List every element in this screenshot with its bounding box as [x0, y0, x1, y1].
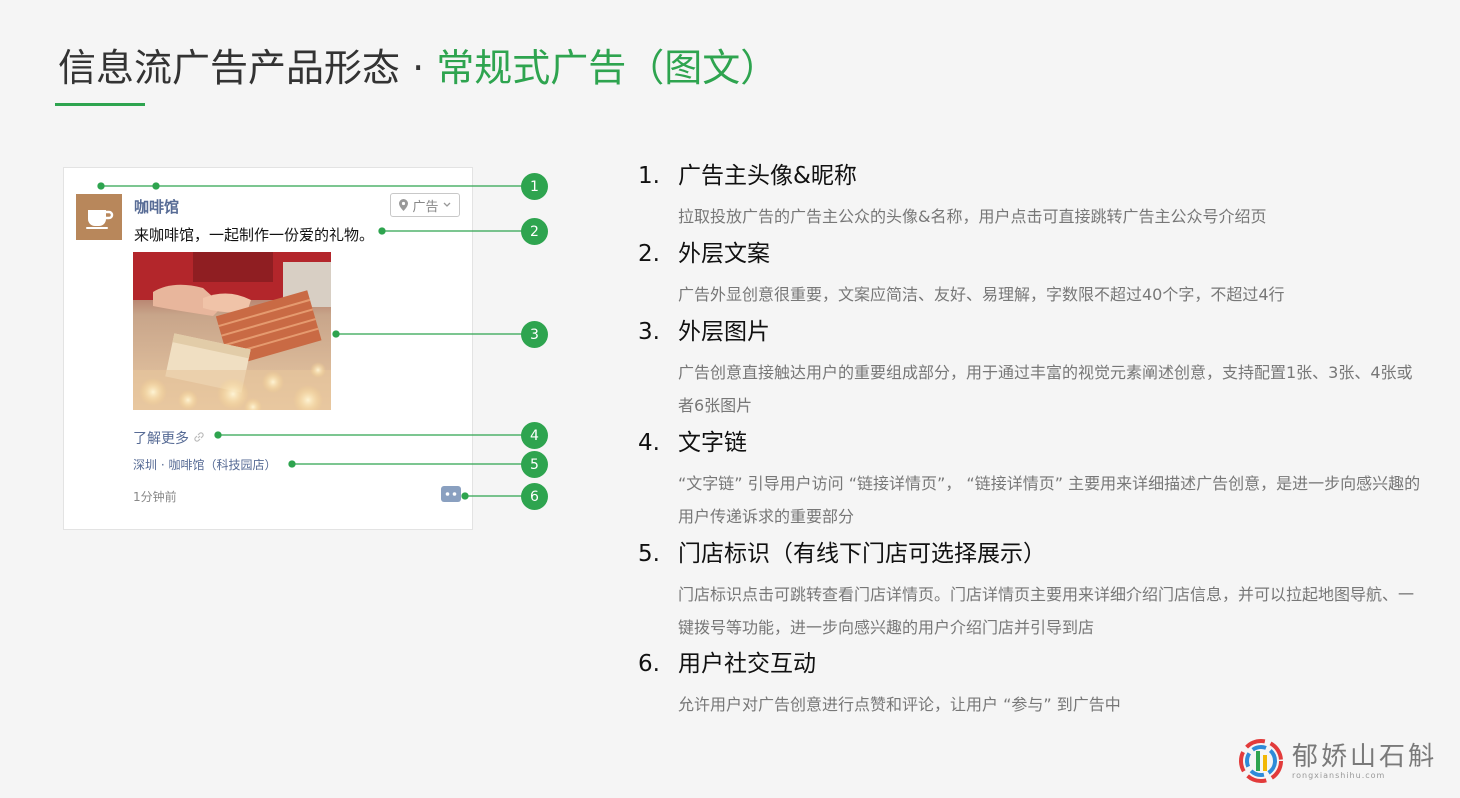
feature-item-outer-copy: 2. 外层文案 广告外显创意很重要，文案应简洁、友好、易理解，字数限不超过40个字…: [638, 238, 1438, 311]
callout-badge-1: 1: [521, 173, 548, 200]
feature-item-text-link: 4. 文字链 “文字链” 引导用户访问 “链接详情页”， “链接详情页” 主要用来…: [638, 427, 1438, 533]
post-time: 1分钟前: [133, 490, 177, 504]
feature-item-store-tag: 5. 门店标识（有线下门店可选择展示） 门店标识点击可跳转查看门店详情页。门店详情…: [638, 538, 1438, 644]
ad-image[interactable]: [133, 252, 331, 410]
feature-title: 文字链: [678, 430, 747, 456]
feature-title: 用户社交互动: [678, 651, 816, 677]
feature-number: 2.: [638, 241, 660, 267]
feature-item-outer-image: 3. 外层图片 广告创意直接触达用户的重要组成部分，用于通过丰富的视觉元素阐述创意…: [638, 316, 1438, 422]
watermark-name: 郁娇山石斛: [1292, 741, 1438, 772]
learn-more-label: 了解更多: [133, 431, 189, 447]
link-icon: [194, 432, 205, 442]
coffee-cup-icon: [86, 210, 114, 229]
feature-number: 6.: [638, 651, 660, 677]
feature-description: 拉取投放广告的广告主公众的头像&名称，用户点击可直接跳转广告主公众号介绍页: [678, 207, 1267, 226]
callout-badge-5: 5: [521, 451, 548, 478]
watermark-logo: [1239, 739, 1283, 783]
feature-description: 门店标识点击可跳转查看门店详情页。门店详情页主要用来详细介绍门店信息，并可以拉起…: [678, 585, 1415, 637]
page-title-accent: 常规式广告（图文）: [436, 46, 779, 90]
feature-description: 广告创意直接触达用户的重要组成部分，用于通过丰富的视觉元素阐述创意，支持配置1张…: [678, 363, 1413, 415]
watermark: 郁娇山石斛 rongxianshihu.com: [1238, 738, 1437, 784]
comment-icon: [441, 486, 461, 502]
feature-number: 4.: [638, 430, 660, 456]
ad-copy-text: 来咖啡馆，一起制作一份爱的礼物。: [134, 226, 375, 244]
location-pin-icon: [399, 199, 409, 211]
ad-preview-card: 咖啡馆 广告 来咖啡馆，一起制作一份爱的礼物。 了解更多 深圳 · 咖啡馆（科技…: [63, 167, 473, 530]
feature-title: 外层文案: [678, 241, 770, 267]
title-underline: [55, 103, 145, 106]
gift-wrapping-photo: [133, 252, 331, 410]
feature-number: 5.: [638, 541, 660, 567]
callout-badge-6: 6: [521, 483, 548, 510]
advertiser-nickname[interactable]: 咖啡馆: [134, 196, 179, 217]
ad-tag-label: 广告: [412, 199, 439, 215]
feature-item-social: 6. 用户社交互动 允许用户对广告创意进行点赞和评论，让用户 “参与” 到广告中: [638, 648, 1438, 721]
feature-item-avatar-nickname: 1. 广告主头像&昵称 拉取投放广告的广告主公众的头像&名称，用户点击可直接跳转广…: [638, 160, 1438, 233]
learn-more-link[interactable]: 了解更多: [133, 428, 205, 448]
advertiser-avatar[interactable]: [76, 194, 122, 240]
comment-button[interactable]: [441, 486, 461, 502]
feature-number: 1.: [638, 163, 660, 189]
callout-badge-2: 2: [521, 218, 548, 245]
ad-tag-dropdown[interactable]: 广告: [390, 193, 460, 217]
store-location-tag[interactable]: 深圳 · 咖啡馆（科技园店）: [133, 456, 276, 473]
feature-description: 允许用户对广告创意进行点赞和评论，让用户 “参与” 到广告中: [678, 695, 1121, 714]
feature-title: 广告主头像&昵称: [678, 163, 857, 189]
feature-number: 3.: [638, 319, 660, 345]
page-title-main: 信息流广告产品形态 ·: [58, 46, 437, 90]
feature-title: 门店标识（有线下门店可选择展示）: [678, 541, 1046, 567]
callout-badge-4: 4: [521, 422, 548, 449]
feature-description: “文字链” 引导用户访问 “链接详情页”， “链接详情页” 主要用来详细描述广告…: [678, 474, 1421, 526]
chevron-down-icon: [443, 202, 450, 207]
feature-title: 外层图片: [678, 319, 770, 345]
callout-badge-3: 3: [521, 321, 548, 348]
feature-description: 广告外显创意很重要，文案应简洁、友好、易理解，字数限不超过40个字，不超过4行: [678, 285, 1285, 304]
page-title: 信息流广告产品形态 · 常规式广告（图文）: [58, 44, 778, 92]
watermark-url: rongxianshihu.com: [1292, 770, 1386, 780]
